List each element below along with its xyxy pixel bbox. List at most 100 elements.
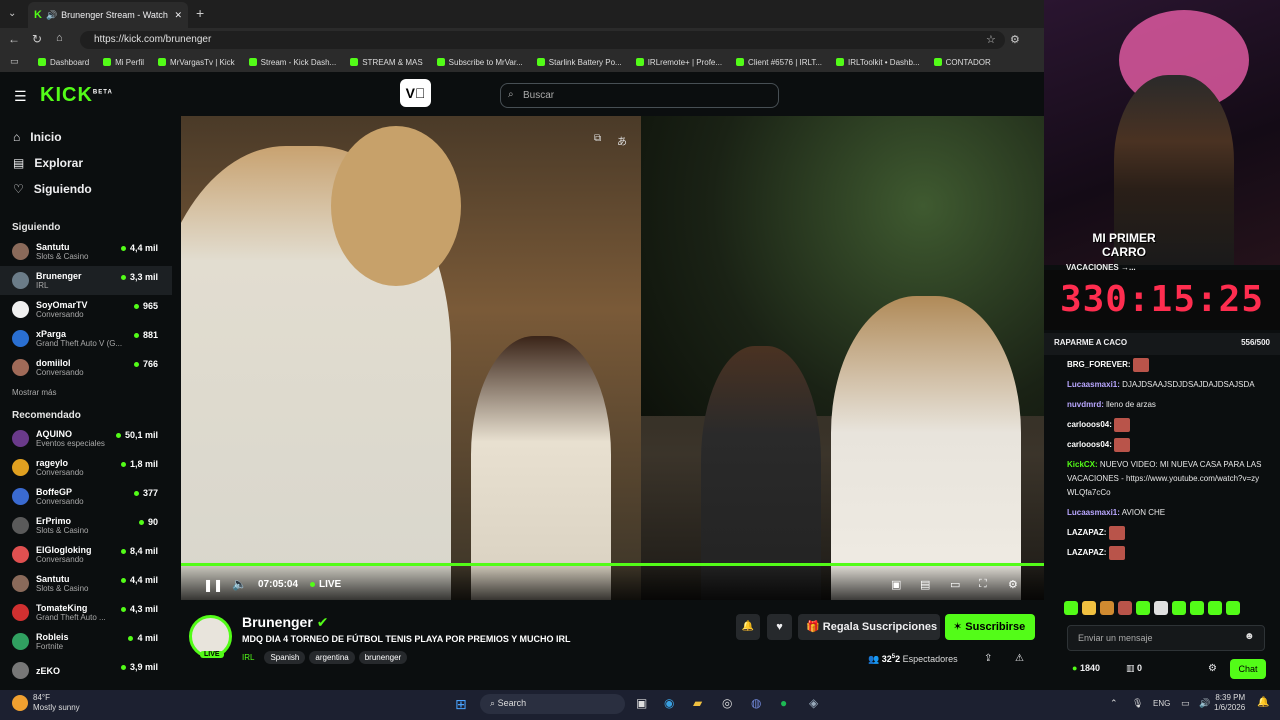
task-view-icon[interactable]: ▣ [636, 696, 647, 710]
taskbar-search[interactable]: ⌕ Search [480, 694, 625, 714]
pip-icon[interactable]: ⧉ [594, 133, 601, 144]
notification-bell-icon[interactable]: 🔔 [1257, 697, 1269, 708]
nav-explorar[interactable]: ▤ Explorar [0, 150, 172, 176]
pause-icon[interactable]: ❚❚ [203, 578, 223, 592]
emote-icon[interactable] [1082, 601, 1096, 615]
bookmark-item[interactable]: Stream - Kick Dash... [248, 58, 336, 67]
category-link[interactable]: IRL [242, 653, 254, 662]
channel-item[interactable]: zEKO 3,9 mil [0, 656, 172, 685]
miniplayer-icon[interactable]: ▣ [891, 578, 901, 591]
chat-username[interactable]: BRG_FOREVER: [1067, 360, 1131, 369]
home-browser-icon[interactable]: ⌂ [56, 32, 63, 44]
emote-icon[interactable] [1208, 601, 1222, 615]
bookmark-item[interactable]: Dashboard [38, 58, 89, 67]
channel-item[interactable]: Brunenger IRL 3,3 mil [0, 266, 172, 295]
bookmark-item[interactable]: Subscribe to MrVar... [436, 58, 523, 67]
bookmark-item[interactable]: IRLremote+ | Profe... [635, 58, 722, 67]
channel-item[interactable]: Santutu Slots & Casino 4,4 mil [0, 569, 172, 598]
search-input[interactable]: Buscar [500, 83, 779, 108]
extension-logo-icon[interactable]: V⃞ [400, 79, 431, 107]
chat-username[interactable]: Lucaasmaxi1: [1067, 508, 1120, 517]
channel-item[interactable]: ElGlogloking Conversando 8,4 mil [0, 540, 172, 569]
bookmark-item[interactable]: MrVargasTv | Kick [158, 58, 235, 67]
fullscreen-icon[interactable]: ⛶ [979, 578, 987, 591]
bookmark-item[interactable]: CONTADOR [933, 58, 991, 67]
steam-icon[interactable]: ◈ [809, 696, 818, 710]
channel-item[interactable]: Santutu Slots & Casino 4,4 mil [0, 237, 172, 266]
chat-username[interactable]: carlooos04: [1067, 420, 1112, 429]
volume-icon[interactable]: 🔈 [232, 577, 247, 591]
microphone-icon[interactable]: 🎙 [1132, 698, 1143, 709]
follow-heart-icon[interactable]: ♥ [767, 614, 792, 640]
channel-item[interactable]: rageylo Conversando 1,8 mil [0, 453, 172, 482]
stream-tag[interactable]: Spanish [264, 651, 306, 664]
bell-icon[interactable]: 🔔 [736, 614, 760, 640]
menu-hamburger-icon[interactable]: ☰ [14, 88, 27, 105]
channel-item[interactable]: ErPrimo Slots & Casino 90 [0, 511, 172, 540]
network-icon[interactable]: ▭ [1181, 698, 1190, 709]
back-icon[interactable]: ← [8, 32, 20, 46]
weather-sun-icon[interactable] [12, 695, 28, 711]
report-icon[interactable]: ⚠ [1015, 653, 1024, 664]
chat-settings-icon[interactable]: ⚙ [1208, 663, 1217, 674]
tab-actions-icon[interactable]: ⌄ [8, 8, 16, 19]
emote-icon[interactable] [1118, 601, 1132, 615]
edge-browser-icon[interactable]: ◉ [664, 696, 674, 710]
channel-item[interactable]: xParga Grand Theft Auto V (G... 881 [0, 324, 172, 353]
show-more-link[interactable]: Mostrar más [0, 388, 172, 397]
emoji-icon[interactable]: ☻ [1244, 631, 1255, 642]
language-indicator[interactable]: ENG [1153, 699, 1170, 708]
clip-icon[interactable]: ▤ [920, 578, 930, 591]
channel-item[interactable]: domiilol Conversando 766 [0, 353, 172, 382]
weather-widget[interactable]: 84°F Mostly sunny [33, 693, 80, 713]
streamer-name[interactable]: Brunenger ✔ [242, 614, 328, 631]
new-tab-icon[interactable]: + [196, 5, 204, 21]
theater-mode-icon[interactable]: ▭ [950, 578, 960, 591]
kick-logo[interactable]: KICKBETA [40, 84, 113, 107]
channel-item[interactable]: AQUINO Eventos especiales 50,1 mil [0, 424, 172, 453]
bookmark-item[interactable]: Client #6576 | IRLT... [736, 58, 822, 67]
emote-icon[interactable] [1154, 601, 1168, 615]
chat-input[interactable]: Enviar un mensaje [1067, 625, 1265, 651]
favorite-star-icon[interactable]: ☆ [986, 33, 996, 46]
emote-icon[interactable] [1172, 601, 1186, 615]
emote-icon[interactable] [1136, 601, 1150, 615]
translate-icon[interactable]: あ [617, 133, 627, 148]
chat-username[interactable]: LAZAPAZ: [1067, 549, 1106, 558]
chat-username[interactable]: nuvdmrd: [1067, 400, 1104, 409]
points-display[interactable]: ● 1840 [1072, 663, 1100, 673]
emote-icon[interactable] [1226, 601, 1240, 615]
windows-start-icon[interactable]: ⊞ [455, 696, 467, 713]
volume-tray-icon[interactable]: 🔊 [1199, 698, 1210, 709]
reload-icon[interactable]: ↻ [32, 32, 42, 46]
video-player[interactable]: ⧉ あ [181, 116, 1044, 600]
sub-points-display[interactable]: ▥ 0 [1126, 663, 1142, 674]
emote-icon[interactable] [1100, 601, 1114, 615]
close-tab-icon[interactable]: ✕ [174, 10, 182, 21]
url-field[interactable]: https://kick.com/brunenger [80, 31, 1005, 49]
chat-username[interactable]: LAZAPAZ: [1067, 528, 1106, 537]
chat-username[interactable]: carlooos04: [1067, 440, 1112, 449]
nav-inicio[interactable]: ⌂ Inicio [0, 124, 172, 150]
settings-gear-icon[interactable]: ⚙ [1008, 578, 1018, 591]
extensions-icon[interactable]: ⚙ [1010, 33, 1020, 46]
app-icon[interactable]: ◎ [722, 696, 732, 710]
progress-bar[interactable] [181, 563, 1044, 566]
chat-send-button[interactable]: Chat [1230, 659, 1266, 679]
emote-icon[interactable] [1190, 601, 1204, 615]
discord-icon[interactable]: ◍ [751, 696, 761, 710]
bookmark-item[interactable]: STREAM & MAS [350, 58, 423, 67]
gift-subs-button[interactable]: 🎁 Regala Suscripciones [798, 614, 940, 640]
channel-item[interactable]: TomateKing Grand Theft Auto ... 4,3 mil [0, 598, 172, 627]
file-explorer-icon[interactable]: ▰ [693, 696, 702, 710]
channel-item[interactable]: SoyOmarTV Conversando 965 [0, 295, 172, 324]
stream-tag[interactable]: brunenger [358, 651, 408, 664]
emote-icon[interactable] [1064, 601, 1078, 615]
share-icon[interactable]: ⇪ [984, 653, 992, 664]
reading-list-icon[interactable]: ▭ [10, 56, 19, 67]
bookmark-item[interactable]: Starlink Battery Po... [536, 58, 622, 67]
browser-tab[interactable]: K 🔊 Brunenger Stream - Watch Li... ✕ [28, 2, 188, 28]
chat-username[interactable]: KickCX: [1067, 460, 1098, 469]
clock[interactable]: 8:39 PM 1/6/2026 [1214, 693, 1245, 713]
tray-chevron-icon[interactable]: ⌃ [1110, 698, 1118, 709]
